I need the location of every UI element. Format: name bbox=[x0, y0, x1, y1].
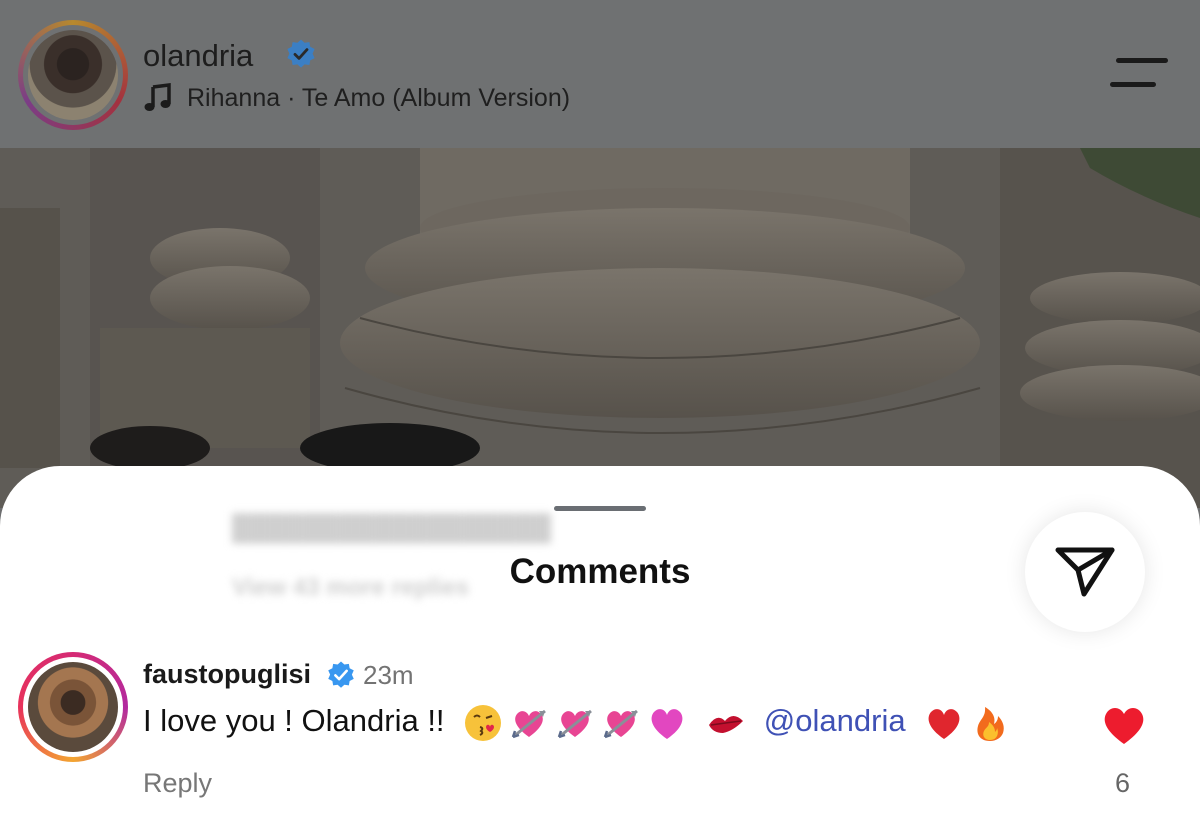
reply-button[interactable]: Reply bbox=[143, 768, 212, 799]
like-count: 6 bbox=[1115, 768, 1131, 798]
like-heart-icon[interactable] bbox=[1101, 702, 1147, 746]
blurred-text: ██████████████████ bbox=[232, 514, 551, 542]
kiss-mark-icon bbox=[709, 716, 744, 733]
post-header: olandria Rihanna · Te Amo (Album Version… bbox=[0, 0, 1200, 148]
verified-badge-icon bbox=[328, 661, 354, 688]
comment-text: I love you ! Olandria !! bbox=[143, 703, 445, 739]
mention-link[interactable]: @olandria bbox=[764, 703, 906, 738]
comment-body: I love you ! Olandria !! @olandria bbox=[143, 703, 1010, 743]
post-username[interactable]: olandria bbox=[143, 38, 253, 74]
comment-time: 23m bbox=[363, 660, 414, 690]
commenter-avatar[interactable] bbox=[28, 662, 118, 752]
verified-badge-icon bbox=[287, 39, 315, 68]
paper-plane-icon bbox=[1055, 547, 1115, 597]
red-heart-icon bbox=[928, 709, 960, 739]
heart-with-arrow-icon bbox=[603, 709, 639, 739]
post-photo bbox=[0, 148, 1200, 508]
pink-heart-icon bbox=[651, 709, 683, 739]
comment-emojis bbox=[463, 703, 745, 743]
drag-handle[interactable] bbox=[554, 506, 646, 511]
heart-with-arrow-icon bbox=[557, 709, 593, 739]
heart-with-arrow-icon bbox=[511, 709, 547, 739]
kissing-face-icon bbox=[465, 705, 502, 741]
comments-sheet: ██████████████████ View 43 more replies … bbox=[0, 466, 1200, 819]
music-note-icon bbox=[144, 83, 171, 111]
song-title: Rihanna · Te Amo (Album Version) bbox=[187, 83, 571, 112]
song-info[interactable]: Rihanna · Te Amo (Album Version) bbox=[143, 83, 570, 113]
menu-icon[interactable] bbox=[1110, 56, 1168, 92]
fire-icon bbox=[977, 707, 1004, 741]
comment-emojis-end bbox=[924, 703, 1010, 743]
share-button[interactable] bbox=[1025, 512, 1145, 632]
column-base-image bbox=[0, 148, 1200, 508]
sheet-title: Comments bbox=[509, 552, 691, 591]
comment-username[interactable]: faustopuglisi bbox=[143, 659, 311, 690]
avatar[interactable] bbox=[28, 30, 118, 120]
